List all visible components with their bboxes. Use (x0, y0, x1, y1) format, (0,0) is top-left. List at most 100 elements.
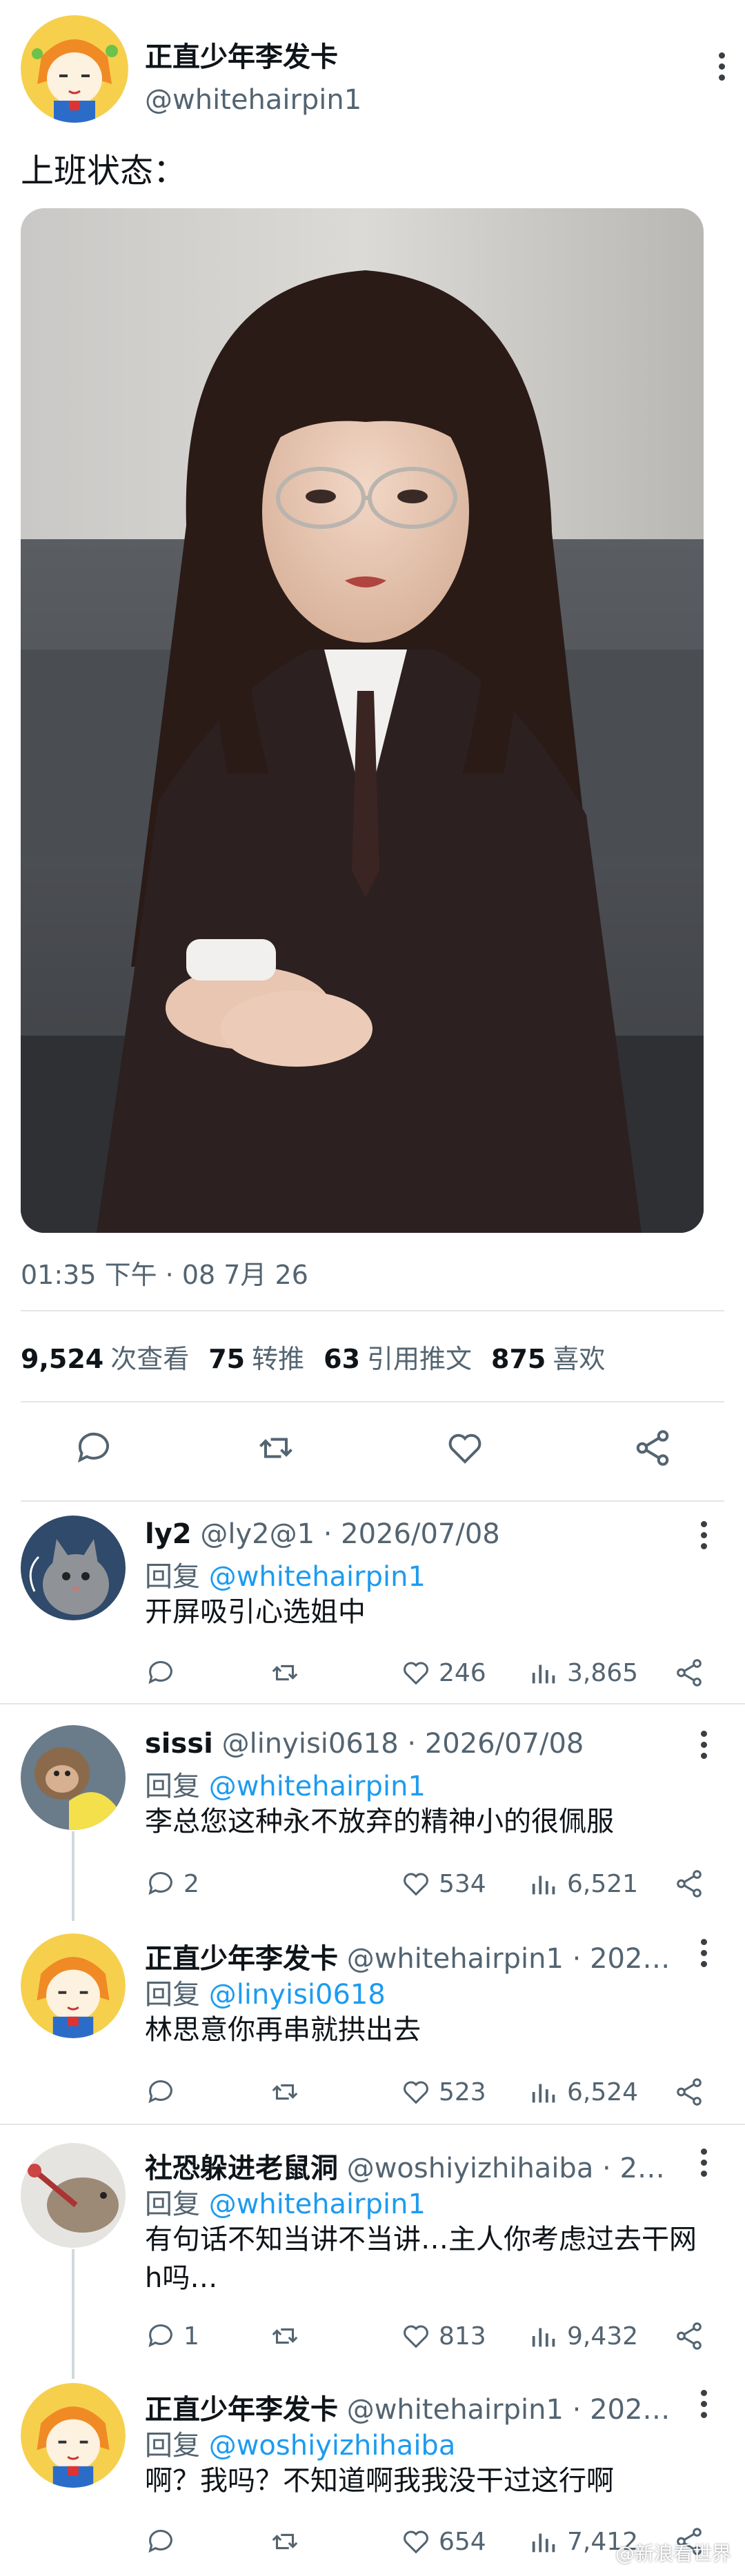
share-action[interactable] (673, 2071, 705, 2113)
share-action[interactable] (673, 1863, 705, 1904)
like-icon (404, 2081, 428, 2104)
views-action[interactable]: 6,521 (528, 1863, 638, 1904)
reply-avatar[interactable] (21, 1516, 126, 1620)
reply-text: 开屏吸引心选姐中 (145, 1596, 366, 1628)
views-chart-icon (532, 2533, 555, 2553)
reply-avatar[interactable] (21, 2143, 126, 2248)
reply-author-name[interactable]: 社恐躲进老鼠洞 (145, 2153, 338, 2184)
reply-to-label: 回复 (145, 2430, 200, 2462)
reply-action[interactable]: 2 (145, 1863, 199, 1904)
share-icon[interactable] (632, 1427, 673, 1469)
likes-count: 875 (491, 1344, 546, 1374)
reply-item[interactable]: 正直少年李发卡 @whitehairpin1 · 202… 回复 @linyis… (0, 1928, 745, 2128)
reply-to-handle[interactable]: @linyisi0618 (209, 1979, 386, 2011)
reply-avatar[interactable] (21, 1933, 126, 2038)
more-options-icon[interactable] (690, 2383, 717, 2424)
reply-item[interactable]: 社恐躲进老鼠洞 @woshiyizhihaiba · 2… 回复 @whiteh… (0, 2137, 745, 2372)
reply-avatar[interactable] (21, 2383, 126, 2488)
reply-author-name[interactable]: ly2 (145, 1518, 192, 1550)
like-icon[interactable] (444, 1427, 486, 1469)
more-options-icon[interactable] (690, 1514, 717, 1556)
retweet-icon (272, 1664, 298, 1681)
reply-to-line: 回复 @woshiyizhihaiba (145, 2423, 455, 2463)
post-header: 正直少年李发卡 @whitehairpin1 (21, 15, 725, 125)
retweets-stat[interactable]: 75 转推 (208, 1338, 304, 1376)
views-action[interactable]: 9,432 (528, 2315, 638, 2357)
reply-header: sissi @linyisi0618 · 2026/07/08 (145, 1728, 683, 1760)
reply-to-handle[interactable]: @whitehairpin1 (209, 2188, 426, 2220)
like-icon (404, 1873, 428, 1896)
views-chart-icon (532, 2328, 555, 2347)
like-count: 813 (439, 2322, 486, 2351)
reply-text: 李总您这种永不放弃的精神小的很佩服 (145, 1806, 614, 1838)
reply-item[interactable]: sissi @linyisi0618 · 2026/07/08 回复 @whit… (0, 1720, 745, 1920)
reply-meta: @ly2@1 · 2026/07/08 (200, 1518, 500, 1550)
author-avatar[interactable] (21, 15, 128, 123)
like-action[interactable]: 654 (400, 2521, 486, 2562)
retweet-action[interactable] (269, 2071, 301, 2113)
like-action[interactable]: 534 (400, 1863, 486, 1904)
quotes-stat[interactable]: 63 引用推文 (324, 1338, 472, 1376)
reply-to-handle[interactable]: @whitehairpin1 (209, 1771, 426, 1802)
like-icon (404, 1662, 428, 1685)
like-count: 534 (439, 1869, 486, 1898)
reply-text: 啊？我吗？不知道啊我我没干过这行啊 (145, 2465, 614, 2497)
reply-icon (148, 2530, 172, 2553)
views-label: 次查看 (110, 1344, 190, 1374)
like-action[interactable]: 523 (400, 2071, 486, 2113)
reply-header: 正直少年李发卡 @whitehairpin1 · 202… (145, 1936, 683, 1976)
quotes-label: 引用推文 (367, 1344, 473, 1374)
more-options-icon[interactable] (690, 1932, 717, 1973)
more-options-icon[interactable] (708, 46, 735, 87)
like-action[interactable]: 246 (400, 1652, 486, 1693)
reply-action[interactable]: 1 (145, 2315, 199, 2357)
retweets-label: 转推 (252, 1344, 305, 1374)
reply-icon (148, 1872, 172, 1895)
reply-to-label: 回复 (145, 1771, 200, 1802)
reply-item[interactable]: ly2 @ly2@1 · 2026/07/08 回复 @whitehairpin… (0, 1510, 745, 1703)
reply-to-line: 回复 @whitehairpin1 (145, 2182, 426, 2222)
reply-to-handle[interactable]: @whitehairpin1 (209, 1561, 426, 1593)
reply-avatar[interactable] (21, 1725, 126, 1830)
reply-icon (148, 2324, 172, 2348)
like-icon (404, 2530, 428, 2554)
post-timestamp[interactable]: 01:35 下午 · 08 7月 26 (21, 1254, 308, 1291)
reply-to-label: 回复 (145, 1979, 200, 2011)
views-count: 9,432 (567, 2322, 639, 2351)
reply-icon[interactable] (73, 1427, 115, 1469)
portrait-photo-icon (21, 208, 704, 1233)
share-icon (677, 1659, 702, 1687)
views-action[interactable]: 6,524 (528, 2071, 638, 2113)
author-name[interactable]: 正直少年李发卡 (145, 34, 338, 74)
more-options-icon[interactable] (690, 1724, 717, 1765)
reply-to-handle[interactable]: @woshiyizhihaiba (209, 2430, 456, 2462)
more-options-icon[interactable] (690, 2142, 717, 2183)
share-action[interactable] (673, 1652, 705, 1693)
post-photo[interactable] (21, 208, 704, 1233)
quotes-count: 63 (324, 1344, 361, 1374)
reply-action[interactable] (145, 1652, 183, 1693)
reply-author-name[interactable]: 正直少年李发卡 (145, 1943, 338, 1975)
reply-meta: @woshiyizhihaiba · 2… (346, 2153, 665, 2184)
retweets-count: 75 (208, 1344, 246, 1374)
likes-stat[interactable]: 875 喜欢 (491, 1338, 605, 1376)
views-count: 6,524 (567, 2077, 639, 2106)
hamster-avatar-icon (21, 2143, 126, 2248)
like-action[interactable]: 813 (400, 2315, 486, 2357)
views-action[interactable]: 3,865 (528, 1652, 638, 1693)
reply-action[interactable] (145, 2521, 177, 2562)
retweet-action[interactable] (269, 1652, 301, 1693)
retweet-action[interactable] (269, 2315, 301, 2357)
post-stats: 9,524 次查看 75 转推 63 引用推文 875 喜欢 (21, 1338, 605, 1376)
reply-action[interactable] (145, 2071, 177, 2113)
reply-icon (148, 1661, 172, 1684)
share-action[interactable] (673, 2315, 705, 2357)
reply-author-name[interactable]: sissi (145, 1728, 213, 1760)
views-stat[interactable]: 9,524 次查看 (21, 1338, 189, 1376)
retweet-icon[interactable] (255, 1427, 297, 1469)
retweet-action[interactable] (269, 2521, 301, 2562)
reply-actions: 246 3,865 (145, 1652, 711, 1693)
reply-author-name[interactable]: 正直少年李发卡 (145, 2394, 338, 2426)
author-handle[interactable]: @whitehairpin1 (145, 84, 361, 116)
retweet-icon (272, 2533, 298, 2550)
